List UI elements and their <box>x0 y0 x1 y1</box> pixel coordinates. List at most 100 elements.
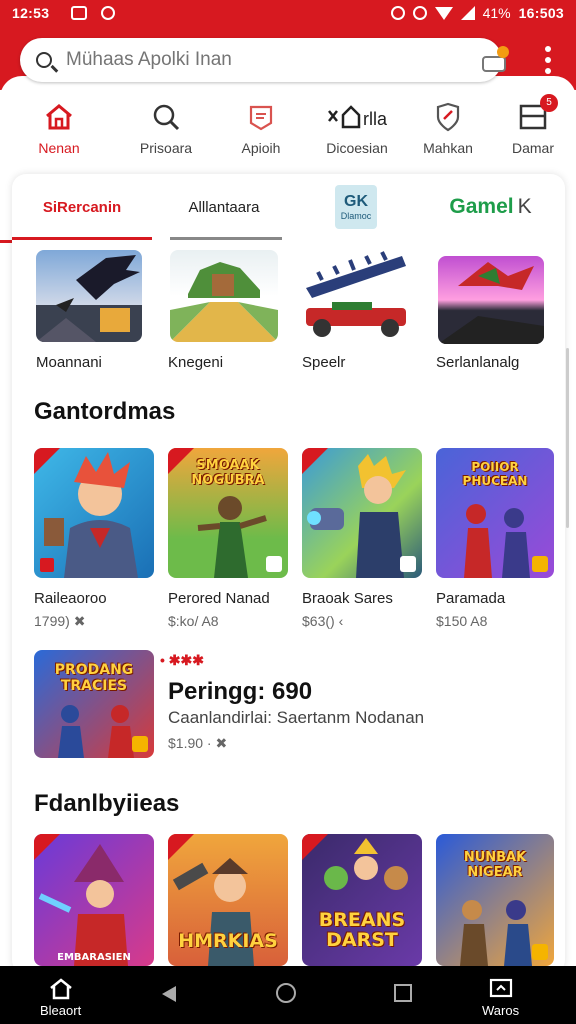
logo-text: GK <box>344 193 368 210</box>
promo-tag: • ✱✱✱ <box>160 652 204 668</box>
game-price: 1799) ✖ <box>34 613 86 629</box>
game-title: Serlanlanalg <box>436 354 520 371</box>
notification-icon <box>71 6 88 20</box>
game-thumbnail[interactable] <box>438 256 544 344</box>
back-button[interactable] <box>162 986 176 1002</box>
nav-label: Prisoara <box>139 140 193 156</box>
game-art-title: HMRKIAS <box>178 930 278 952</box>
scrollbar[interactable] <box>566 348 569 528</box>
status-clock: 16:503 <box>518 5 564 21</box>
game-price: $:ko/ A8 <box>168 613 219 629</box>
tag-icon <box>532 944 548 960</box>
tag-icon <box>400 556 416 572</box>
apps-icon <box>489 978 512 998</box>
nav-item-shield[interactable]: Mahkan <box>406 100 490 166</box>
signal-icon <box>460 6 475 20</box>
tab-partner-logo[interactable]: GK Dlamoc <box>296 174 416 240</box>
bottom-label: Waros <box>482 1003 520 1018</box>
recents-button[interactable] <box>394 984 412 1002</box>
circle-icon <box>276 983 296 1003</box>
game-title: Braoak Sares <box>302 590 393 607</box>
more-menu-icon[interactable] <box>538 46 558 74</box>
game-thumbnail[interactable]: NUNBAK NIGEAR <box>436 834 554 966</box>
chat-icon[interactable] <box>480 44 512 76</box>
promo-subtitle: Caanlandirlai: Saertanm Nodanan <box>168 708 425 727</box>
status-time: 12:53 <box>12 5 50 21</box>
section-title: Gantordmas <box>34 398 176 425</box>
battery-level: 41% <box>482 5 511 21</box>
alarm-icon <box>390 6 405 20</box>
tab-label: Gamel <box>449 195 514 218</box>
svg-text:rlla: rlla <box>363 109 388 129</box>
search-input[interactable] <box>66 49 466 71</box>
shield-icon <box>434 100 462 134</box>
back-icon <box>162 986 176 1002</box>
nav-item-home[interactable]: Nenan <box>0 100 118 166</box>
nav-item-window[interactable]: 5 Damar <box>490 94 576 166</box>
search-bar[interactable] <box>20 38 502 82</box>
game-thumbnail[interactable] <box>34 448 154 578</box>
section-title: Fdanlbyiieas <box>34 790 180 817</box>
tag-icon <box>40 558 54 572</box>
bottom-home[interactable]: Bleaort <box>40 978 81 1018</box>
notification-icon <box>101 6 116 20</box>
home-icon <box>49 978 72 1000</box>
nav-item-news[interactable]: Apioih <box>214 100 308 166</box>
game-thumbnail[interactable] <box>302 250 410 342</box>
nav-item-category[interactable]: rlla Dicoesian <box>308 100 406 166</box>
square-icon <box>394 984 412 1002</box>
partner-logo: GK Dlamoc <box>335 185 377 229</box>
promo-price: $1.90 · ✖ <box>168 735 228 751</box>
game-price: $63() ‹ <box>302 613 344 629</box>
promo-title: Peringg: 690 <box>168 678 313 705</box>
game-thumbnail[interactable] <box>302 448 422 578</box>
game-thumbnail[interactable]: EMBARASIEN <box>34 834 154 966</box>
tab-all[interactable]: Alllantaara <box>152 174 296 240</box>
game-thumbnail[interactable]: BREANS DARST <box>302 834 422 966</box>
nav-label: Nenan <box>38 140 80 156</box>
game-art-title: BREANS DARST <box>318 909 406 951</box>
tab-bar: SiRercanin Alllantaara GK Dlamoc Gamel K <box>12 174 565 240</box>
search-icon <box>151 100 181 134</box>
nav-label: Mahkan <box>423 140 473 156</box>
game-title: Moannani <box>36 354 102 371</box>
tab-suffix: K <box>517 195 532 218</box>
nav-label: Dicoesian <box>326 140 388 156</box>
home-button[interactable] <box>276 983 296 1003</box>
game-thumbnail[interactable]: SMOAAK NOGUBRA <box>168 448 288 578</box>
wifi-icon <box>434 6 453 20</box>
game-thumbnail[interactable] <box>170 250 278 342</box>
notification-badge: 5 <box>540 94 558 112</box>
bottom-apps[interactable]: Waros <box>482 978 519 1018</box>
search-icon <box>36 52 52 68</box>
promo-thumbnail[interactable]: PRODANG TRACIES <box>34 650 154 758</box>
game-thumbnail[interactable]: POIIOR PHUCEAN <box>436 448 554 578</box>
game-title: Paramada <box>436 590 506 607</box>
tab-gamel[interactable]: Gamel K <box>416 174 565 240</box>
nav-label: Damar <box>511 140 554 156</box>
bottom-label: Bleaort <box>40 1003 82 1018</box>
news-icon <box>247 100 275 134</box>
tab-featured[interactable]: SiRercanin <box>12 174 152 240</box>
status-bar: 12:53 41% 16:503 <box>0 0 576 26</box>
tag-icon <box>532 556 548 572</box>
game-title: Raileaoroo <box>34 590 107 607</box>
game-title: Speelr <box>302 354 346 371</box>
game-title: Perored Nanad <box>168 590 270 607</box>
game-thumbnail[interactable]: HMRKIAS <box>168 834 288 966</box>
game-thumbnail[interactable] <box>36 250 142 342</box>
sync-icon <box>412 6 427 20</box>
tab-label: SiRercanin <box>42 198 122 216</box>
home-icon <box>44 100 74 134</box>
game-price: $150 A8 <box>436 613 488 629</box>
nav-label: Apioih <box>241 140 281 156</box>
logo-subtext: Dlamoc <box>340 211 372 221</box>
game-art-title: EMBARASIEN <box>57 952 131 963</box>
tag-icon <box>132 736 148 752</box>
nav-item-search[interactable]: Prisoara <box>118 100 214 166</box>
bottom-nav: Bleaort Waros <box>0 966 576 1024</box>
category-nav: Nenan Prisoara Apioih rlla Dicoesian Mah… <box>0 94 576 166</box>
tab-label: Alllantaara <box>188 198 260 216</box>
tag-icon <box>266 556 282 572</box>
category-icon: rlla <box>325 100 389 134</box>
